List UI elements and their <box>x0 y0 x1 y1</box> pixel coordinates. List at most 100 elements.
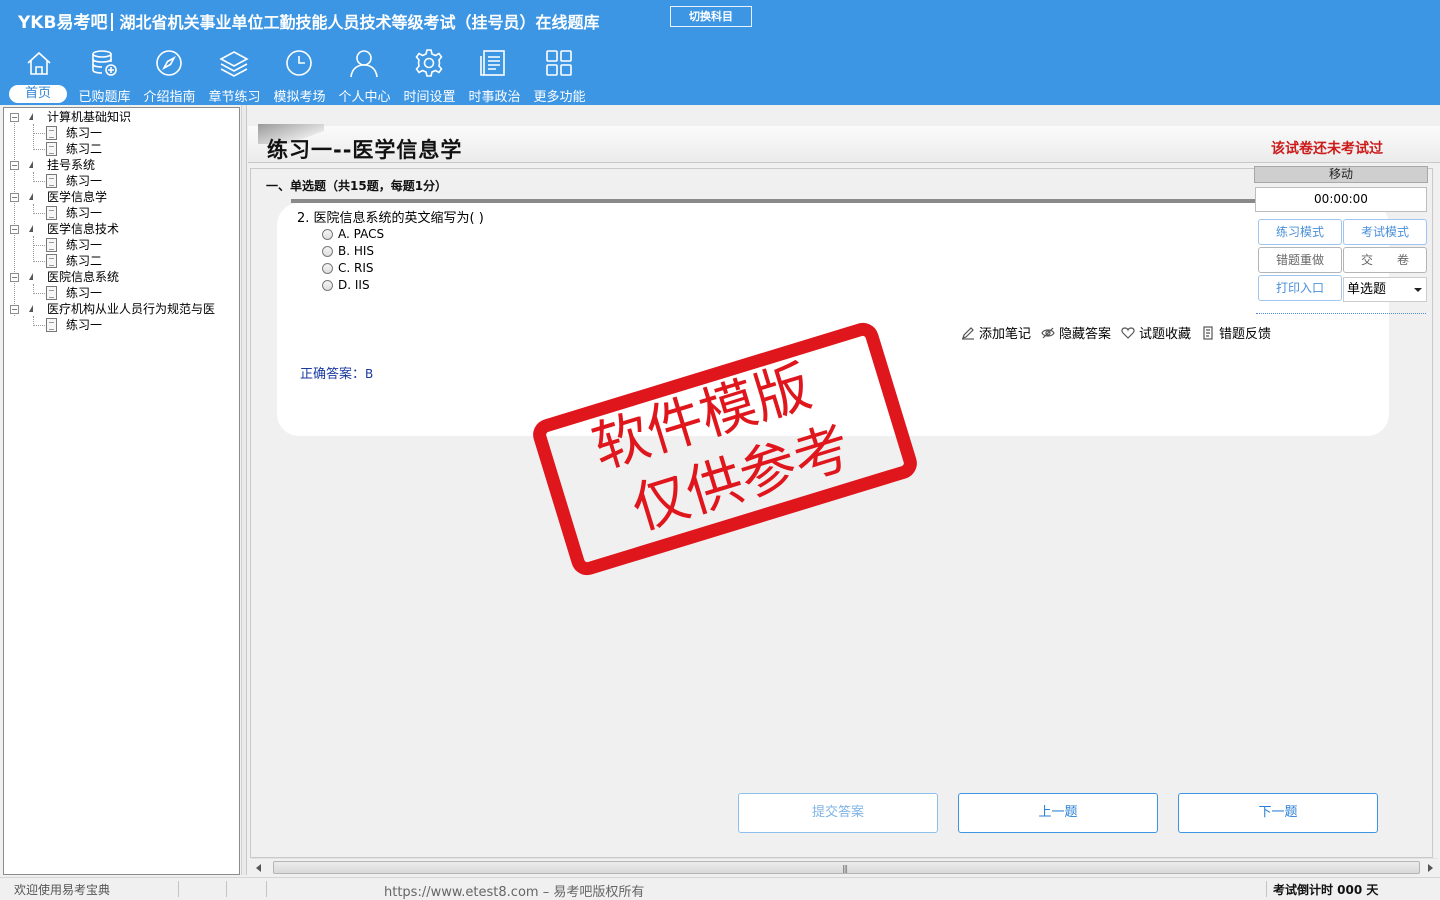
question-type-select[interactable]: 单选题 <box>1343 277 1427 302</box>
panel-move-handle[interactable]: 移动 <box>1254 166 1428 183</box>
document-icon <box>46 126 57 140</box>
error-feedback-button[interactable]: 错题反馈 <box>1201 323 1271 342</box>
tree-collapse-toggle[interactable]: − <box>10 193 19 202</box>
add-note-button[interactable]: 添加笔记 <box>961 323 1031 342</box>
next-question-button[interactable]: 下一题 <box>1178 793 1378 833</box>
tree-node-chapter[interactable]: 医学信息技术 <box>47 221 119 237</box>
selected-document-icon <box>46 206 57 220</box>
tree-node-exercise[interactable]: 练习二 <box>66 141 102 157</box>
paper-title: 练习一--医学信息学 <box>267 138 463 162</box>
radio-button[interactable] <box>322 245 333 257</box>
tree-collapse-toggle[interactable]: − <box>10 305 19 314</box>
tree-guide-line <box>33 213 45 214</box>
tree-guide-line <box>33 325 45 326</box>
document-icon <box>46 142 57 156</box>
tree-node-exercise[interactable]: 练习一 <box>66 173 102 189</box>
nav-mock-exam[interactable]: 模拟考场 <box>267 46 332 105</box>
question-actions: 添加笔记 隐藏答案 试题收藏 错题反馈 <box>961 323 1281 342</box>
option-d[interactable]: D. IIS <box>322 277 370 293</box>
tree-node-chapter[interactable]: 医疗机构从业人员行为规范与医 <box>47 301 215 317</box>
tree-node-exercise[interactable]: 练习二 <box>66 253 102 269</box>
news-icon <box>480 50 505 76</box>
prev-question-button[interactable]: 上一题 <box>958 793 1158 833</box>
tree-node-exercise-selected[interactable]: 练习一 <box>66 205 102 221</box>
question-card: 2. 医院信息系统的英文缩写为( ) A. PACS B. HIS C. RIS… <box>277 203 1389 436</box>
tree-node-exercise[interactable]: 练习一 <box>66 317 102 333</box>
option-b[interactable]: B. HIS <box>322 243 374 259</box>
horizontal-scrollbar[interactable]: ||| <box>251 858 1438 875</box>
tree-node-chapter[interactable]: 挂号系统 <box>47 157 95 173</box>
scroll-right-arrow-icon[interactable] <box>1428 864 1433 872</box>
tree-collapse-toggle[interactable]: − <box>10 273 19 282</box>
nav-purchased-banks[interactable]: 已购题库 <box>72 46 137 105</box>
status-divider <box>226 881 227 897</box>
tree-node-exercise[interactable]: 练习一 <box>66 125 102 141</box>
nav-label: 介绍指南 <box>143 90 196 105</box>
scrollbar-thumb[interactable]: ||| <box>273 861 1420 874</box>
copyright-text: https://www.etest8.com – 易考吧版权所有 <box>384 885 645 900</box>
tree-node-chapter[interactable]: 医学信息学 <box>47 189 107 205</box>
chapter-tree[interactable]: − 计算机基础知识 练习一 练习二 − 挂号系统 练习一 − 医学信息学 练习一… <box>3 107 240 875</box>
nav-more-functions[interactable]: 更多功能 <box>527 46 592 105</box>
nav-time-settings[interactable]: 时间设置 <box>397 46 462 105</box>
question-text: 2. 医院信息系统的英文缩写为( ) <box>297 211 484 226</box>
nav-home[interactable]: 首页 <box>7 46 72 104</box>
tree-expanded-arrow-icon <box>29 193 33 200</box>
heart-icon <box>1121 326 1135 339</box>
nav-label: 首页 <box>9 85 67 103</box>
tree-node-chapter[interactable]: 计算机基础知识 <box>47 109 131 125</box>
exam-countdown: 考试倒计时 000 天 <box>1273 883 1379 897</box>
tree-node-exercise[interactable]: 练习一 <box>66 237 102 253</box>
tree-expanded-arrow-icon <box>29 225 33 232</box>
clock-icon <box>286 50 312 76</box>
print-entry-button[interactable]: 打印入口 <box>1258 275 1342 301</box>
tree-node-exercise[interactable]: 练习一 <box>66 285 102 301</box>
user-icon <box>350 50 378 78</box>
brand-divider <box>111 13 114 31</box>
nav-guide[interactable]: 介绍指南 <box>137 46 202 105</box>
tree-guide-line <box>33 245 45 246</box>
tree-expanded-arrow-icon <box>29 305 33 312</box>
tree-guide-line <box>33 149 45 150</box>
document-icon <box>46 174 57 188</box>
switch-subject-button[interactable]: 切换科目 <box>670 6 752 27</box>
radio-button[interactable] <box>322 279 333 291</box>
tree-guide-line <box>33 181 45 182</box>
action-label: 错题反馈 <box>1219 327 1272 342</box>
nav-current-affairs[interactable]: 时事政治 <box>462 46 527 105</box>
radio-button[interactable] <box>322 228 333 240</box>
tree-node-chapter[interactable]: 医院信息系统 <box>47 269 119 285</box>
pane-splitter[interactable] <box>241 105 247 875</box>
tree-collapse-toggle[interactable]: − <box>10 161 19 170</box>
tree-collapse-toggle[interactable]: − <box>10 225 19 234</box>
app-header: YKB易考吧 湖北省机关事业单位工勤技能人员技术等级考试（挂号员）在线题库 切换科… <box>0 0 1440 105</box>
redo-wrong-button[interactable]: 错题重做 <box>1258 247 1342 273</box>
main-nav: 首页 已购题库 介绍指南 章节练习 模拟考场 个人中心 时间设置 时事政治 更多… <box>7 46 592 105</box>
document-icon <box>46 238 57 252</box>
submit-paper-button[interactable]: 交 卷 <box>1343 247 1427 273</box>
tree-guide-line <box>33 236 34 262</box>
option-c[interactable]: C. RIS <box>322 260 374 276</box>
app-logo: YKB易考吧 <box>18 13 108 33</box>
grid-icon <box>546 50 572 76</box>
database-icon <box>92 50 117 76</box>
practice-mode-button[interactable]: 练习模式 <box>1258 219 1342 245</box>
submit-answer-button[interactable]: 提交答案 <box>738 793 938 833</box>
scroll-left-arrow-icon[interactable] <box>256 864 261 872</box>
favorite-question-button[interactable]: 试题收藏 <box>1121 323 1191 342</box>
tree-guide-line <box>33 261 45 262</box>
exam-mode-button[interactable]: 考试模式 <box>1343 219 1427 245</box>
option-a[interactable]: A. PACS <box>322 226 384 242</box>
document-icon <box>46 286 57 300</box>
exam-control-panel: 移动 00:00:00 练习模式 考试模式 错题重做 交 卷 打印入口 单选题 <box>1254 166 1428 318</box>
nav-chapter-practice[interactable]: 章节练习 <box>202 46 267 105</box>
nav-label: 已购题库 <box>78 90 131 105</box>
radio-button[interactable] <box>322 262 333 274</box>
pencil-icon <box>962 326 974 340</box>
hide-answer-button[interactable]: 隐藏答案 <box>1041 323 1111 342</box>
nav-personal-center[interactable]: 个人中心 <box>332 46 397 105</box>
status-divider <box>266 881 267 897</box>
tree-collapse-toggle[interactable]: − <box>10 113 19 122</box>
status-divider <box>1266 881 1267 897</box>
timer-display: 00:00:00 <box>1255 187 1427 212</box>
